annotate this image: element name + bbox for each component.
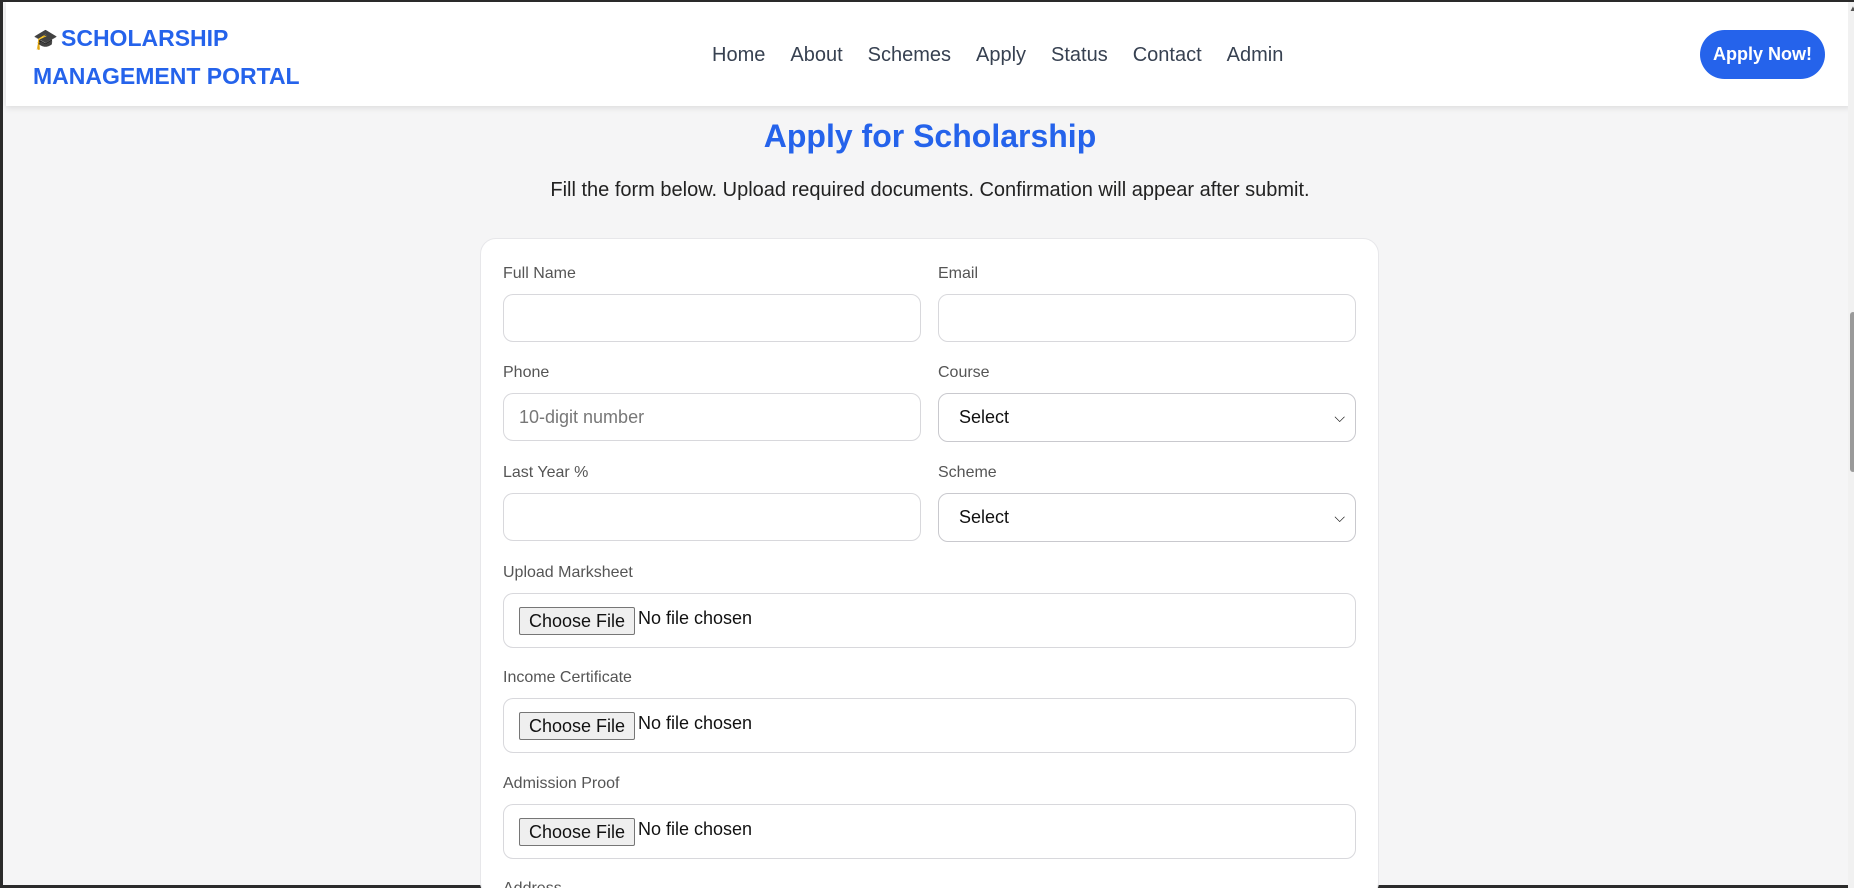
nav-status[interactable]: Status (1051, 40, 1108, 70)
income-certificate-file-status: No file chosen (638, 713, 753, 733)
admission-proof-choose-file-button[interactable]: Choose File (519, 818, 636, 846)
main-nav: Home About Schemes Apply Status Contact … (712, 40, 1308, 70)
nav-contact[interactable]: Contact (1133, 40, 1202, 70)
nav-apply[interactable]: Apply (976, 40, 1026, 70)
address-label: Address (503, 880, 562, 888)
full-name-label: Full Name (503, 265, 576, 282)
page-title: Apply for Scholarship (763, 118, 1097, 154)
course-selected-value: Select (959, 407, 1010, 427)
brand-line2: MANAGEMENT PORTAL (33, 63, 300, 89)
scroll-up-arrow-icon[interactable]: ▲ (1849, 4, 1854, 13)
scheme-label: Scheme (938, 464, 997, 481)
application-form-card: Full Name Email Phone Course Select ⌵ La… (480, 238, 1379, 888)
course-label: Course (938, 364, 990, 381)
marksheet-label: Upload Marksheet (503, 564, 633, 581)
nav-admin[interactable]: Admin (1227, 40, 1284, 70)
marksheet-file-input[interactable]: Choose File No file chosen (503, 593, 1356, 648)
full-name-input[interactable] (503, 294, 921, 342)
marksheet-choose-file-button[interactable]: Choose File (519, 607, 636, 635)
page-subtitle: Fill the form below. Upload required doc… (550, 179, 1310, 201)
nav-home[interactable]: Home (712, 40, 765, 70)
admission-proof-file-input[interactable]: Choose File No file chosen (503, 804, 1356, 859)
apply-now-button[interactable]: Apply Now! (1700, 30, 1825, 79)
scheme-selected-value: Select (959, 507, 1010, 527)
site-header: 🎓 SCHOLARSHIP MANAGEMENT PORTAL Home Abou… (6, 2, 1851, 106)
course-select[interactable]: Select ⌵ (938, 393, 1356, 442)
income-certificate-file-input[interactable]: Choose File No file chosen (503, 698, 1356, 753)
phone-input[interactable] (503, 393, 921, 441)
graduation-cap-icon: 🎓 (33, 29, 58, 51)
email-input[interactable] (938, 294, 1356, 342)
nav-schemes[interactable]: Schemes (868, 40, 951, 70)
chevron-down-icon: ⌵ (1334, 509, 1345, 525)
nav-about[interactable]: About (790, 40, 842, 70)
scrollbar-thumb[interactable] (1850, 312, 1854, 472)
chevron-down-icon: ⌵ (1334, 409, 1345, 425)
income-certificate-choose-file-button[interactable]: Choose File (519, 712, 636, 740)
last-year-label: Last Year % (503, 464, 589, 481)
marksheet-file-status: No file chosen (638, 608, 753, 628)
admission-proof-file-status: No file chosen (638, 819, 753, 839)
income-certificate-label: Income Certificate (503, 669, 632, 686)
brand-line1: SCHOLARSHIP (61, 25, 229, 51)
phone-label: Phone (503, 364, 550, 381)
last-year-input[interactable] (503, 493, 921, 541)
scheme-select[interactable]: Select ⌵ (938, 493, 1356, 542)
brand-logo[interactable]: 🎓 SCHOLARSHIP MANAGEMENT PORTAL (33, 20, 313, 94)
email-label: Email (938, 265, 979, 282)
admission-proof-label: Admission Proof (503, 775, 620, 792)
